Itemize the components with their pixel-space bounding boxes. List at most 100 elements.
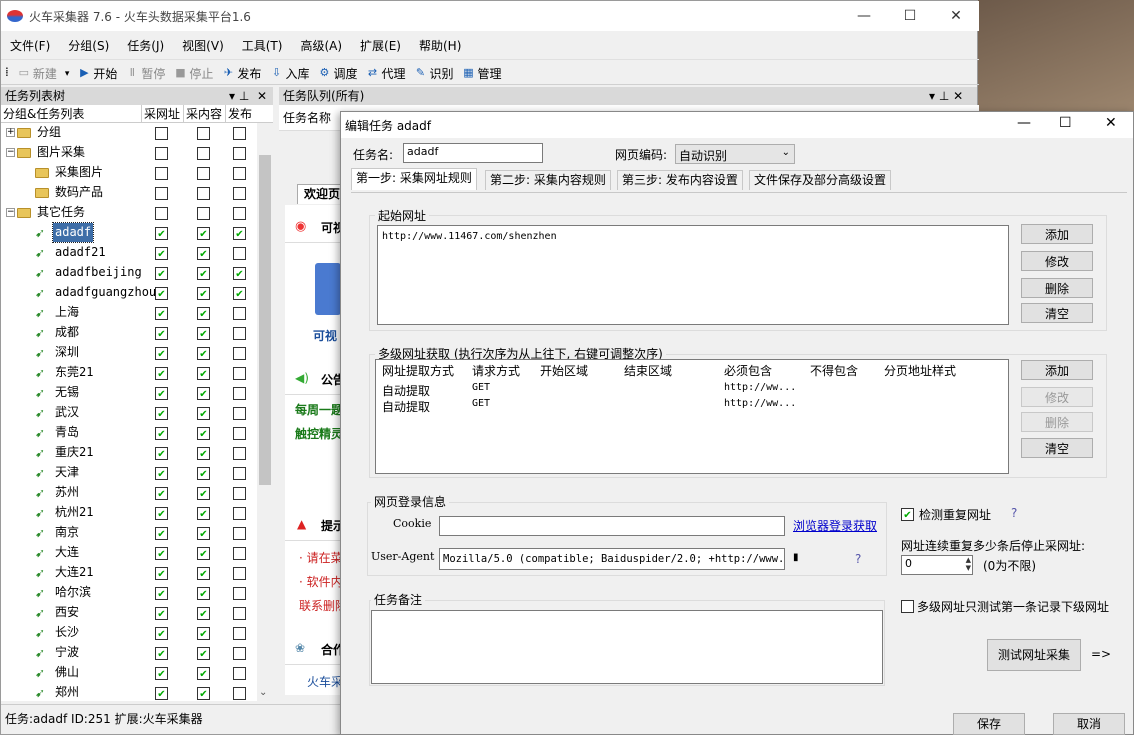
ua-picker-icon[interactable]: ▮ [793,552,799,563]
collect-content-checkbox[interactable] [197,407,210,420]
col-request-method[interactable]: 请求方式 [472,362,520,379]
toolbar-schedule-button[interactable]: ⚙ 调度 [313,61,361,85]
tree-row[interactable]: ➹ 佛山 [1,663,257,683]
menu-item-2[interactable]: 任务(J) [118,35,173,57]
scroll-down-icon[interactable]: ⌄ [259,687,267,698]
pin-icon[interactable]: ▾ ⊥ [229,87,249,105]
tree-item-label[interactable]: 杭州21 [53,503,95,522]
tree-item-label[interactable]: 哈尔滨 [53,583,93,602]
tree-row[interactable]: ➹ adadfbeijing [1,263,257,283]
col-must-not-contain[interactable]: 不得包含 [810,362,858,379]
publish-checkbox[interactable] [233,187,246,200]
tree-item-label[interactable]: 分组 [35,123,63,142]
collect-content-checkbox[interactable] [197,187,210,200]
publish-checkbox[interactable] [233,667,246,680]
collect-content-checkbox[interactable] [197,227,210,240]
tree-row[interactable]: ➹ 哈尔滨 [1,583,257,603]
tree-row[interactable]: ➹ 上海 [1,303,257,323]
tree-row[interactable]: ➹ adadf [1,222,257,243]
tree-item-label[interactable]: 其它任务 [35,203,87,222]
col-must-contain[interactable]: 必须包含 [724,362,772,379]
tree-item-label[interactable]: 无锡 [53,383,81,402]
tree-item-label[interactable]: 宁波 [53,643,81,662]
tree-item-label[interactable]: adadfbeijing [53,263,144,282]
start-url-clear-button[interactable]: 清空 [1021,303,1093,323]
publish-checkbox[interactable] [233,307,246,320]
collect-url-checkbox[interactable] [155,407,168,420]
publish-checkbox[interactable] [233,407,246,420]
collect-url-checkbox[interactable] [155,267,168,280]
collect-url-checkbox[interactable] [155,287,168,300]
collect-content-checkbox[interactable] [197,687,210,700]
collect-content-checkbox[interactable] [197,507,210,520]
partner-line[interactable]: 火车采 [307,673,343,690]
tree-item-label[interactable]: 青岛 [53,423,81,442]
tree-row[interactable]: ➹ 宁波 [1,643,257,663]
tree-row[interactable]: ➹ adadfguangzhou [1,283,257,303]
toolbar-proxy-button[interactable]: ⇄ 代理 [361,61,409,85]
visual-caption[interactable]: 可视 [313,327,337,344]
collect-content-checkbox[interactable] [197,387,210,400]
tree-item-label[interactable]: 大连21 [53,563,95,582]
collect-content-checkbox[interactable] [197,607,210,620]
spinner-icon[interactable]: ▲ ▼ [966,556,971,572]
collect-url-checkbox[interactable] [155,187,168,200]
collect-url-checkbox[interactable] [155,627,168,640]
dialog-minimize-button[interactable]: — [1017,115,1031,131]
publish-checkbox[interactable] [233,207,246,220]
multi-clear-button[interactable]: 清空 [1021,438,1093,458]
tree-row[interactable]: ➹ 苏州 [1,483,257,503]
tree-item-label[interactable]: 西安 [53,603,81,622]
tree-item-label[interactable]: 佛山 [53,663,81,682]
col-publish[interactable]: 发布 [225,105,252,123]
start-url-list[interactable]: http://www.11467.com/shenzhen [377,225,1009,325]
collect-content-checkbox[interactable] [197,127,210,140]
start-url-add-button[interactable]: 添加 [1021,224,1093,244]
tree-row[interactable]: ➹ 大连21 [1,563,257,583]
panel-close-icon[interactable]: ✕ [257,87,267,105]
collect-url-checkbox[interactable] [155,607,168,620]
collect-url-checkbox[interactable] [155,467,168,480]
menu-item-0[interactable]: 文件(F) [1,35,59,57]
col-collect-url[interactable]: 采网址 [141,105,180,123]
maximize-button[interactable]: ☐ [887,1,933,31]
collect-url-checkbox[interactable] [155,327,168,340]
multi-level-row[interactable]: 自动提取 GET http://ww... [376,382,1008,398]
tree-row[interactable]: ➹ 东莞21 [1,363,257,383]
tree-item-label[interactable]: 重庆21 [53,443,95,462]
collect-content-checkbox[interactable] [197,647,210,660]
tree-row[interactable]: ➹ 杭州21 [1,503,257,523]
collect-content-checkbox[interactable] [197,247,210,260]
minimize-button[interactable]: — [841,1,887,31]
multi-level-row[interactable]: 自动提取 GET http://ww... [376,398,1008,414]
collect-url-checkbox[interactable] [155,307,168,320]
cancel-button[interactable]: 取消 [1053,713,1125,735]
tree-item-label[interactable]: 长沙 [53,623,81,642]
publish-checkbox[interactable] [233,507,246,520]
publish-checkbox[interactable] [233,447,246,460]
publish-checkbox[interactable] [233,487,246,500]
collect-url-checkbox[interactable] [155,687,168,700]
collect-content-checkbox[interactable] [197,487,210,500]
help-icon[interactable]: ? [855,552,861,566]
tree-item-label[interactable]: 数码产品 [53,183,105,202]
tab-file-advanced[interactable]: 文件保存及部分高级设置 [749,170,892,190]
tab-step2-content-rules[interactable]: 第二步: 采集内容规则 [485,170,611,190]
start-url-edit-button[interactable]: 修改 [1021,251,1093,271]
collect-url-checkbox[interactable] [155,447,168,460]
expand-icon[interactable]: − [6,148,15,157]
toolbar-manage-button[interactable]: ▦ 管理 [458,61,506,85]
expand-icon[interactable]: − [6,208,15,217]
cookie-input[interactable] [439,516,785,536]
collect-url-checkbox[interactable] [155,647,168,660]
collect-url-checkbox[interactable] [155,387,168,400]
toolbar-import-button[interactable]: ⇩ 入库 [265,61,313,85]
collect-url-checkbox[interactable] [155,227,168,240]
tab-step3-publish[interactable]: 第三步: 发布内容设置 [617,170,743,190]
tree-item-label[interactable]: 采集图片 [53,163,105,182]
toolbar-pause-button[interactable]: Ⅱ 暂停 [121,61,169,85]
publish-checkbox[interactable] [233,547,246,560]
dialog-close-button[interactable]: ✕ [1105,115,1117,131]
publish-checkbox[interactable] [233,627,246,640]
tree-item-label[interactable]: 图片采集 [35,143,87,162]
